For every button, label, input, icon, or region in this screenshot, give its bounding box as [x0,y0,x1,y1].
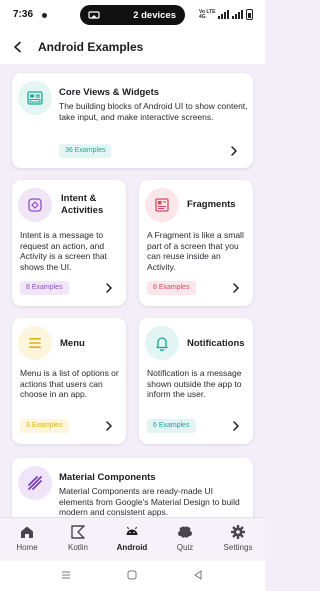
material-icon [18,466,52,500]
nav-label: Android [116,543,148,552]
category-card-fragments[interactable]: Fragments A Fragment is like a small par… [139,180,253,306]
status-bar: 7:36 2 devices Vo LTE 4G [0,0,265,30]
nav-item-android[interactable]: Android [109,524,155,560]
recents-icon[interactable] [60,569,72,581]
chevron-right-icon [231,146,237,156]
card-title: Material Components [59,472,156,483]
chevron-right-icon [233,283,239,293]
chevron-right-icon [106,283,112,293]
page-title: Android Examples [38,40,144,54]
kotlin-icon [71,525,85,539]
category-card-material-components[interactable]: Material Components Material Components … [12,458,253,517]
arrow-left-icon [14,41,21,53]
card-title: Core Views & Widgets [59,87,160,98]
card-title: Fragments [187,199,236,210]
signal-strength-icon [218,10,230,19]
examples-list[interactable]: Core Views & Widgets The building blocks… [0,64,265,517]
nav-label: Settings [223,543,253,552]
category-card-core-views[interactable]: Core Views & Widgets The building blocks… [12,73,253,168]
home-icon [21,526,33,538]
bell-icon [145,326,179,360]
card-title: Intent & Activities [61,193,104,216]
cast-label: 2 devices [133,9,176,21]
menu-icon [18,326,52,360]
cast-devices-pill[interactable]: 2 devices [80,5,185,25]
nav-item-home[interactable]: Home [4,524,50,560]
chevron-right-icon [233,421,239,431]
example-count-badge: 8 Examples [147,281,196,295]
card-description: Material Components are ready-made UI el… [59,486,240,517]
example-count-badge: 6 Examples [147,419,196,433]
fragments-icon [145,188,179,222]
nav-item-quiz[interactable]: Quiz [162,524,208,560]
nav-label: Kotlin [67,543,88,552]
android-icon [126,526,138,535]
network-type-text: Vo LTE 4G [199,8,216,20]
card-description: Notification is a message shown outside … [147,368,242,399]
intent-icon [18,188,52,222]
card-description: Intent is a message to request an action… [20,230,107,272]
category-card-notifications[interactable]: Notifications Notification is a message … [139,318,253,444]
gear-icon [231,525,245,539]
cast-icon [88,11,100,19]
example-count-badge: 36 Examples [59,144,112,158]
signal-strength-2-icon [232,10,244,19]
back-triangle-icon[interactable] [192,569,204,581]
battery-icon [246,9,254,20]
card-title: Menu [60,338,85,349]
brain-icon [177,526,193,538]
bottom-navigation: Home Kotlin Android Quiz Settings [0,517,265,561]
category-card-menu[interactable]: Menu Menu is a list of options or action… [12,318,126,444]
card-description: A Fragment is like a small part of a scr… [147,230,244,272]
card-description: The building blocks of Android UI to sho… [59,101,248,122]
notification-dot-icon [42,13,47,18]
nav-item-kotlin[interactable]: Kotlin [55,524,101,560]
status-icons: Vo LTE 4G [199,8,254,20]
nav-item-settings[interactable]: Settings [215,524,261,560]
system-navigation-bar [0,561,265,591]
status-time: 7:36 [13,9,34,20]
category-card-intent-activities[interactable]: Intent & Activities Intent is a message … [12,180,126,306]
app-bar: Android Examples [0,30,265,64]
card-description: Menu is a list of options or actions tha… [20,368,119,399]
card-title: Notifications [187,338,245,349]
nav-label: Home [16,543,38,552]
nav-label: Quiz [176,543,194,552]
example-count-badge: 8 Examples [20,281,69,295]
back-button[interactable] [9,38,27,56]
example-count-badge: 3 Examples [20,419,69,433]
chevron-right-icon [106,421,112,431]
home-button-icon[interactable] [126,569,138,581]
layout-icon [18,81,52,115]
